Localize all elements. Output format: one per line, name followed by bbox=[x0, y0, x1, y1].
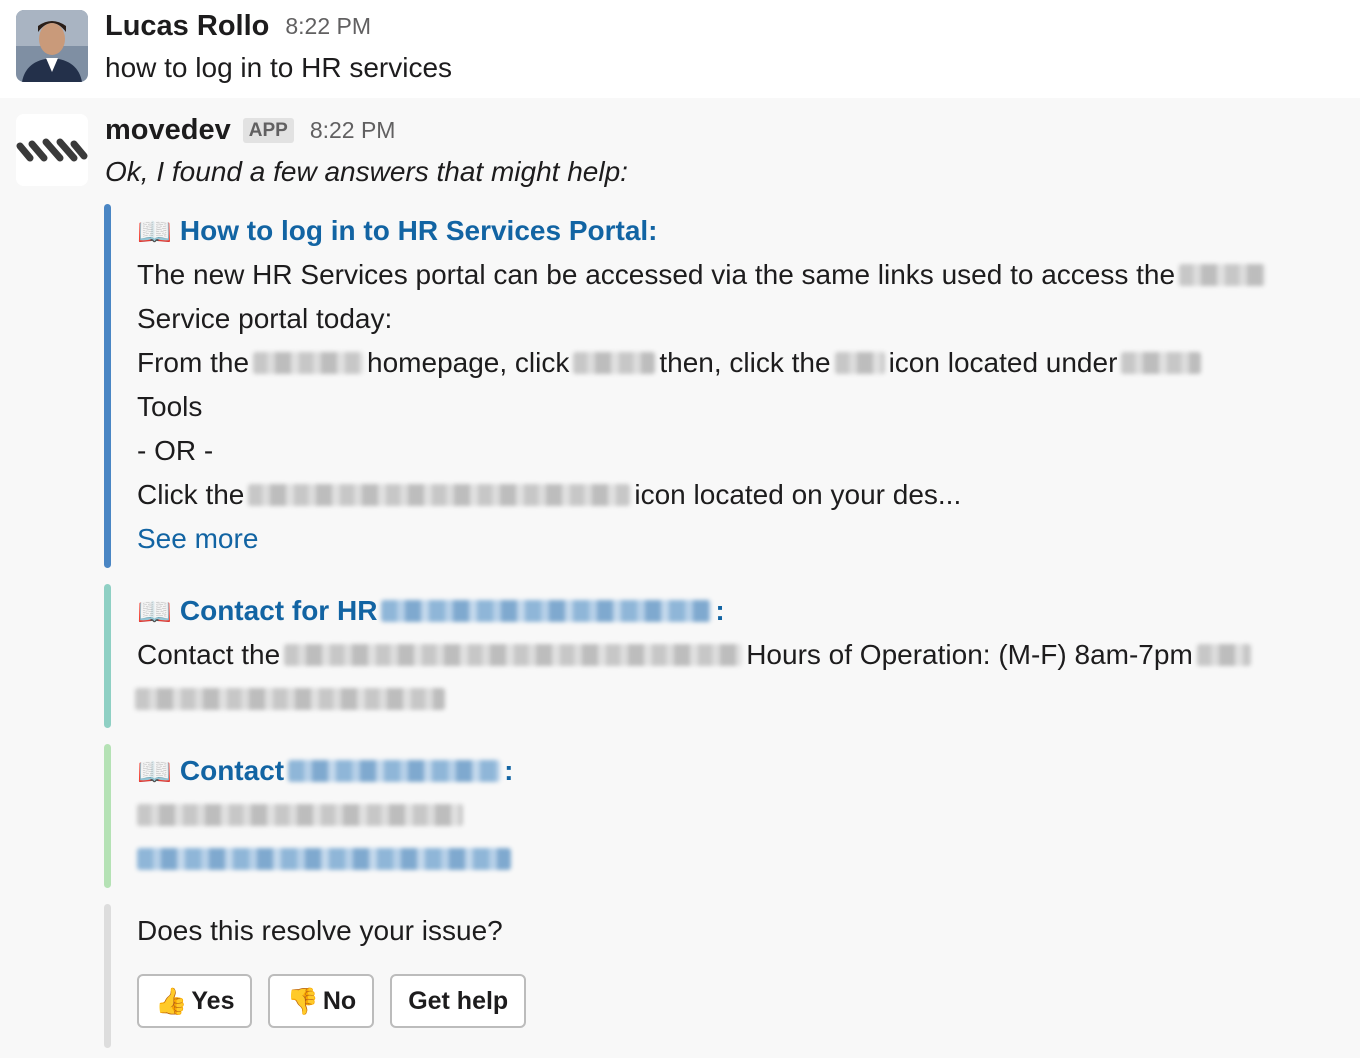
attachment-text: - OR - bbox=[137, 435, 214, 466]
message-lucas: Lucas Rollo 8:22 PM how to log in to HR … bbox=[0, 0, 1360, 98]
redacted-text bbox=[1121, 352, 1202, 374]
feedback-buttons: 👍 Yes 👎 No Get help bbox=[137, 974, 527, 1028]
app-avatar[interactable] bbox=[16, 114, 88, 186]
get-help-button-label: Get help bbox=[408, 986, 509, 1015]
movedev-logo-icon bbox=[16, 114, 88, 186]
message-header: movedev APP 8:22 PM bbox=[105, 112, 395, 148]
yes-button-label: Yes bbox=[191, 986, 235, 1015]
user-avatar[interactable] bbox=[16, 10, 88, 82]
timestamp[interactable]: 8:22 PM bbox=[310, 117, 396, 144]
attachment-contact: 📖 Contact : bbox=[104, 744, 1314, 888]
thumbs-up-icon: 👍 bbox=[155, 985, 188, 1016]
attachment-bar bbox=[104, 584, 111, 728]
book-icon: 📖 bbox=[137, 215, 172, 247]
no-button-label: No bbox=[322, 986, 357, 1015]
attachment-text: Service portal today: bbox=[137, 303, 393, 334]
attachment-text: icon located under bbox=[888, 347, 1118, 378]
attachment-text: Contact the bbox=[137, 639, 281, 670]
attachment-text: The new HR Services portal can be access… bbox=[137, 259, 1176, 290]
message-text: Ok, I found a few answers that might hel… bbox=[105, 156, 628, 187]
attachment-text: From the bbox=[137, 347, 250, 378]
attachment-text: Tools bbox=[137, 391, 203, 422]
attachment-contact-hr: 📖 Contact for HR : Contact the Hours of … bbox=[104, 584, 1314, 728]
attachment-text: then, click the bbox=[659, 347, 831, 378]
redacted-text bbox=[135, 688, 445, 710]
redacted-link-text[interactable] bbox=[137, 848, 511, 870]
message-header: Lucas Rollo 8:22 PM bbox=[105, 8, 371, 44]
attachment-title-link[interactable]: Contact bbox=[180, 755, 284, 787]
redacted-text bbox=[253, 352, 364, 374]
attachment-title-suffix: : bbox=[504, 755, 514, 786]
thumbs-down-icon: 👎 bbox=[286, 985, 319, 1016]
attachment-title-link[interactable]: Contact for HR bbox=[180, 595, 378, 627]
timestamp[interactable]: 8:22 PM bbox=[285, 13, 371, 40]
book-icon: 📖 bbox=[137, 755, 172, 787]
redacted-text bbox=[248, 484, 631, 506]
app-badge: APP bbox=[242, 117, 294, 143]
sender-name[interactable]: movedev bbox=[105, 114, 231, 147]
redacted-text bbox=[137, 804, 463, 826]
attachment-text: icon located on your des... bbox=[634, 479, 962, 510]
book-icon: 📖 bbox=[137, 595, 172, 627]
yes-button[interactable]: 👍 Yes bbox=[137, 974, 253, 1028]
redacted-text bbox=[284, 644, 743, 666]
feedback-question: Does this resolve your issue? bbox=[137, 915, 503, 946]
redacted-text bbox=[834, 352, 885, 374]
redacted-text bbox=[573, 352, 656, 374]
attachment-text: Hours of Operation: (M-F) 8am-7pm bbox=[746, 639, 1193, 670]
attachment-text: homepage, click bbox=[367, 347, 570, 378]
message-text: how to log in to HR services bbox=[105, 52, 453, 83]
sender-name[interactable]: Lucas Rollo bbox=[105, 10, 269, 43]
redacted-text bbox=[1179, 264, 1266, 286]
attachment-bar bbox=[104, 904, 111, 1048]
attachment-hr-portal: 📖 How to log in to HR Services Portal: T… bbox=[104, 204, 1314, 568]
get-help-button[interactable]: Get help bbox=[390, 974, 527, 1028]
redacted-text bbox=[1196, 644, 1251, 666]
redacted-link-text bbox=[288, 760, 501, 782]
attachment-title-link[interactable]: How to log in to HR Services Portal: bbox=[180, 215, 658, 247]
redacted-link-text bbox=[381, 600, 712, 622]
attachment-bar bbox=[104, 744, 111, 888]
attachment-bar bbox=[104, 204, 111, 568]
attachment-text: Click the bbox=[137, 479, 245, 510]
no-button[interactable]: 👎 No bbox=[268, 974, 375, 1028]
attachment-title-suffix: : bbox=[715, 595, 725, 626]
attachment-feedback: Does this resolve your issue? 👍 Yes 👎 No… bbox=[104, 904, 1314, 1048]
see-more-link[interactable]: See more bbox=[137, 523, 258, 555]
